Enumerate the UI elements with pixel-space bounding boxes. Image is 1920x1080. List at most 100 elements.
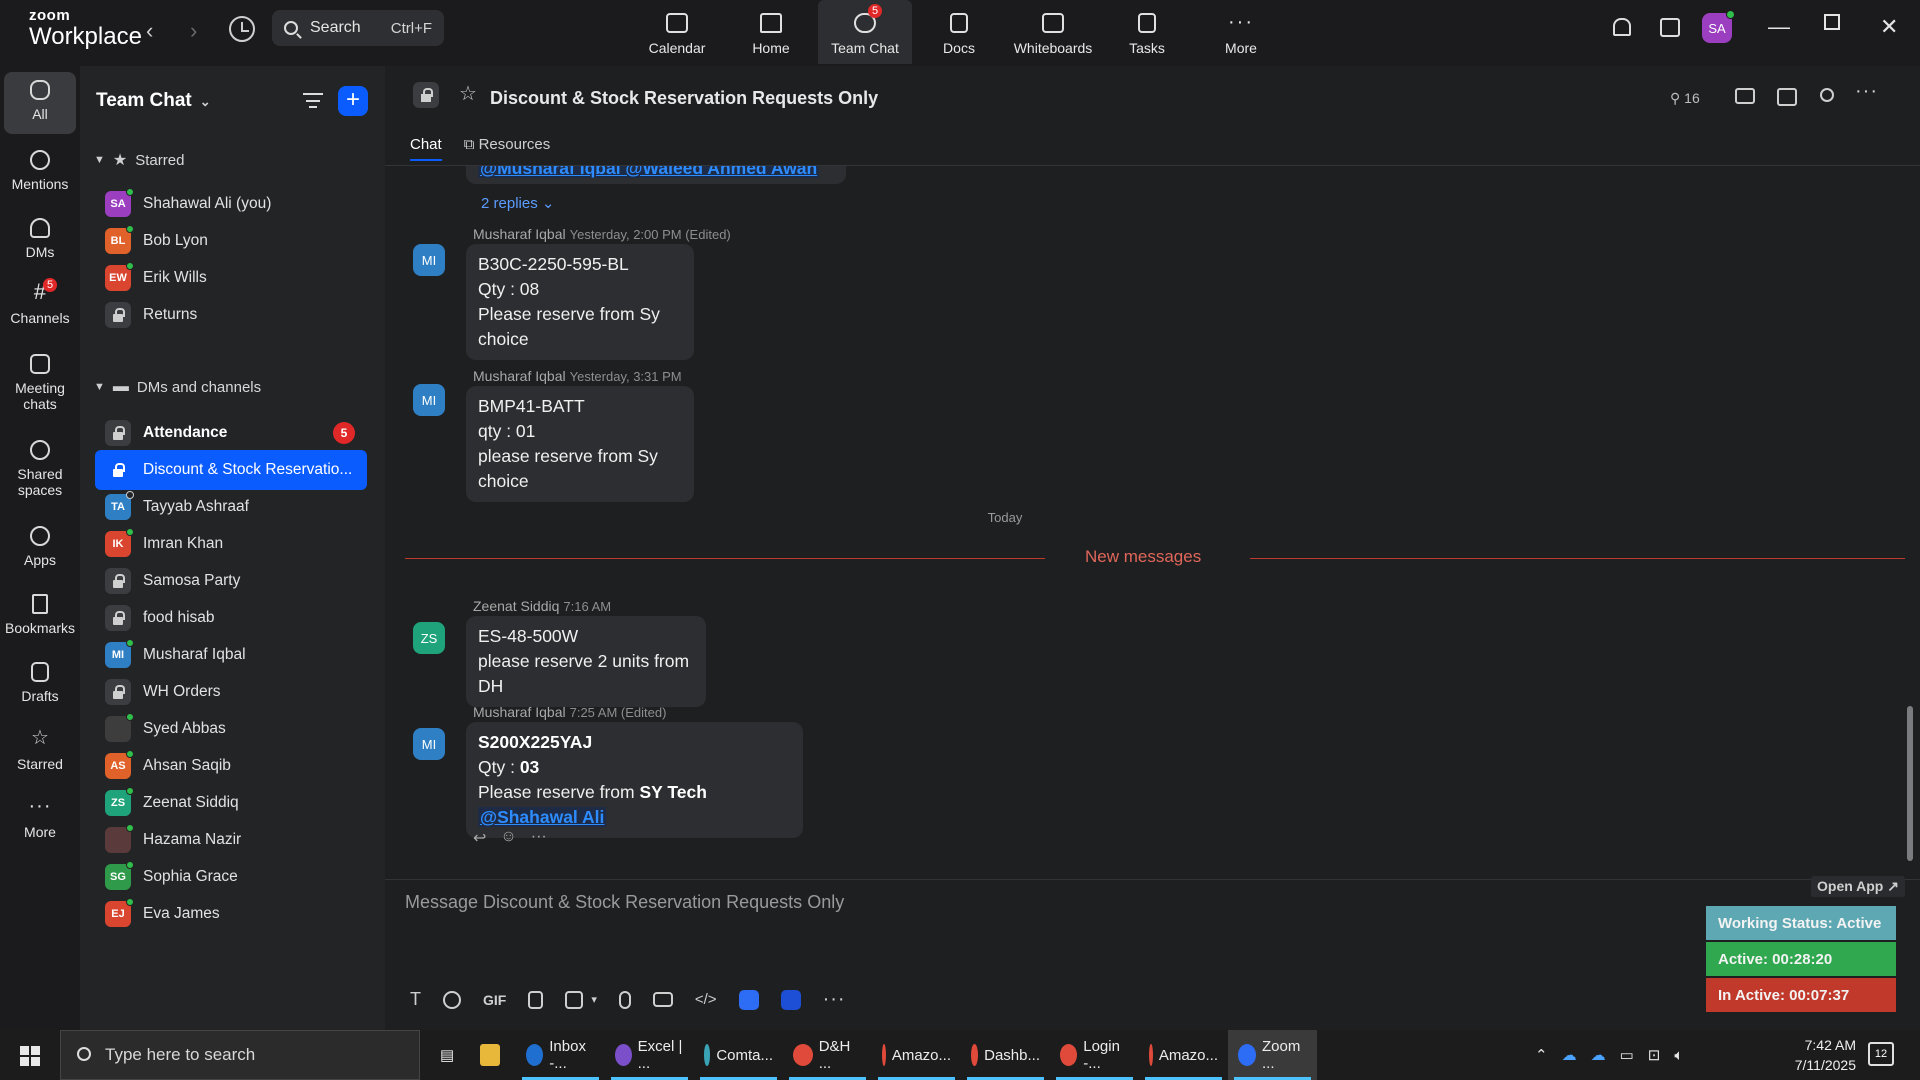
schedule-icon[interactable] <box>1660 18 1680 37</box>
taskbar-app[interactable]: Dashb... <box>961 1030 1050 1080</box>
file-icon[interactable] <box>528 990 544 1009</box>
file-explorer-icon[interactable] <box>470 1030 516 1080</box>
task-view-icon[interactable]: ▤ <box>430 1030 470 1080</box>
message-bubble[interactable]: B30C-2250-595-BL Qty : 08 Please reserve… <box>466 244 694 360</box>
rail-mentions[interactable]: Mentions <box>0 150 80 192</box>
message-bubble[interactable]: S200X225YAJ Qty : 03 Please reserve from… <box>466 722 803 838</box>
rail-all[interactable]: All <box>4 72 76 134</box>
replies-link[interactable]: 2 replies ⌄ <box>481 194 554 212</box>
section-starred[interactable]: ▼ ★ Starred <box>94 150 184 170</box>
sidebar-dm-item[interactable]: Syed Abbas <box>95 709 367 749</box>
network-icon[interactable]: ⊡ <box>1648 1046 1661 1064</box>
tab-chat[interactable]: Chat <box>410 136 442 161</box>
avatar[interactable]: MI <box>413 728 445 760</box>
chevron-up-icon[interactable]: ⌃ <box>1535 1046 1548 1064</box>
message-bubble[interactable]: BMP41-BATT qty : 01 please reserve from … <box>466 386 694 502</box>
tab-team-chat[interactable]: 5 Team Chat <box>818 0 912 64</box>
tab-home[interactable]: Home <box>724 0 818 64</box>
taskbar-app[interactable]: Comta... <box>694 1030 783 1080</box>
taskbar-app[interactable]: Inbox -... <box>516 1030 605 1080</box>
back-arrow-icon[interactable]: ‹ <box>146 18 153 44</box>
microphone-icon[interactable] <box>618 990 631 1009</box>
windows-start-icon[interactable] <box>20 1046 40 1066</box>
sidebar-channel-item[interactable]: Discount & Stock Reservatio... <box>95 450 367 490</box>
tab-docs[interactable]: Docs <box>912 0 1006 64</box>
sidebar-dm-item[interactable]: Hazama Nazir <box>95 820 367 860</box>
rail-channels[interactable]: #5 Channels <box>0 278 80 326</box>
tab-resources[interactable]: ⧉ Resources <box>464 136 551 161</box>
author-name[interactable]: Musharaf Iqbal <box>473 368 566 384</box>
star-icon[interactable]: ☆ <box>459 81 477 106</box>
video-icon[interactable] <box>1735 88 1755 104</box>
rail-dms[interactable]: DMs <box>0 218 80 260</box>
user-avatar[interactable]: SA <box>1702 10 1735 43</box>
forward-arrow-icon[interactable]: › <box>190 18 197 44</box>
mention-link[interactable]: @Shahawal Ali <box>478 807 607 827</box>
notification-center-icon[interactable]: 12 <box>1868 1042 1894 1066</box>
tab-tasks[interactable]: Tasks <box>1100 0 1194 64</box>
author-name[interactable]: Musharaf Iqbal <box>473 704 566 720</box>
taskbar-app[interactable]: Amazo... <box>1139 1030 1228 1080</box>
calendar-icon[interactable] <box>1777 88 1797 106</box>
sidebar-dm-item[interactable]: SA Shahawal Ali (you) <box>95 184 367 224</box>
sidebar-dm-item[interactable]: EW Erik Wills <box>95 258 367 298</box>
text-format-icon[interactable]: T <box>410 989 421 1010</box>
code-icon[interactable]: </> <box>695 991 717 1008</box>
mention-link[interactable]: @Musharaf Iqbal @Waleed Ahmed Awan <box>478 166 820 178</box>
more-options-icon[interactable]: ··· <box>823 988 846 1011</box>
rail-starred[interactable]: ☆ Starred <box>0 728 80 772</box>
taskbar-app[interactable]: Excel | ... <box>605 1030 694 1080</box>
screenshot-icon[interactable] <box>565 990 584 1009</box>
channel-title[interactable]: Discount & Stock Reservation Requests On… <box>490 88 878 109</box>
rail-more[interactable]: ··· More <box>0 796 80 840</box>
sidebar-channel-item[interactable]: food hisab <box>95 598 367 638</box>
onedrive-icon-2[interactable]: ☁ <box>1591 1046 1606 1064</box>
taskbar-search[interactable]: Type here to search <box>60 1030 420 1080</box>
avatar[interactable]: MI <box>413 384 445 416</box>
minimize-icon[interactable]: — <box>1768 14 1790 40</box>
rail-meeting-chats[interactable]: Meeting chats <box>0 354 80 412</box>
sidebar-channel-item[interactable]: Attendance 5 <box>95 413 367 453</box>
battery-icon[interactable]: ▭ <box>1620 1046 1634 1064</box>
avatar[interactable]: ZS <box>413 622 445 654</box>
message-bubble[interactable]: ES-48-500W please reserve 2 units from D… <box>466 616 706 707</box>
rail-bookmarks[interactable]: Bookmarks <box>0 594 80 636</box>
emoji-reaction-icon[interactable]: ☺ <box>500 828 516 848</box>
search-icon[interactable] <box>1820 88 1834 102</box>
message-input[interactable]: Message Discount & Stock Reservation Req… <box>405 892 844 913</box>
taskbar-app[interactable]: Amazo... <box>872 1030 961 1080</box>
bell-icon[interactable] <box>1613 18 1631 36</box>
more-options-icon[interactable]: ··· <box>1855 80 1878 103</box>
more-actions-icon[interactable]: ··· <box>531 828 547 848</box>
restore-icon[interactable] <box>1824 14 1840 30</box>
section-dms-channels[interactable]: ▼ ▬ DMs and channels <box>94 378 261 396</box>
taskbar-clock[interactable]: 7:42 AM 7/11/2025 <box>1776 1035 1856 1075</box>
sidebar-dm-item[interactable]: MI Musharaf Iqbal <box>95 635 367 675</box>
taskbar-app[interactable]: Login -... <box>1050 1030 1139 1080</box>
feed-scrollbar[interactable] <box>1907 706 1913 861</box>
sidebar-dm-item[interactable]: IK Imran Khan <box>95 524 367 564</box>
sidebar-channel-item[interactable]: WH Orders <box>95 672 367 712</box>
author-name[interactable]: Musharaf Iqbal <box>473 226 566 242</box>
volume-icon[interactable]: 🔈︎ <box>1674 1047 1683 1064</box>
search-box[interactable]: Search Ctrl+F <box>272 10 444 46</box>
close-icon[interactable]: ✕ <box>1880 14 1898 40</box>
sidebar-dm-item[interactable]: AS Ahsan Saqib <box>95 746 367 786</box>
tab-calendar[interactable]: Calendar <box>630 0 724 64</box>
author-name[interactable]: Zeenat Siddiq <box>473 598 559 614</box>
rail-apps[interactable]: Apps <box>0 526 80 568</box>
filter-icon[interactable] <box>303 93 323 109</box>
emoji-icon[interactable] <box>443 990 461 1009</box>
new-chat-button[interactable]: + <box>338 86 368 116</box>
tab-whiteboards[interactable]: Whiteboards <box>1006 0 1100 64</box>
open-app-button[interactable]: Open App ↗ <box>1811 876 1905 897</box>
gif-button[interactable]: GIF <box>483 992 506 1008</box>
avatar[interactable]: MI <box>413 244 445 276</box>
rail-shared-spaces[interactable]: Shared spaces <box>0 440 80 498</box>
history-icon[interactable] <box>229 16 255 42</box>
sidebar-dm-item[interactable]: BL Bob Lyon <box>95 221 367 261</box>
rail-drafts[interactable]: Drafts <box>0 662 80 704</box>
video-message-icon[interactable] <box>652 992 673 1007</box>
reply-icon[interactable]: ↩ <box>473 828 486 848</box>
sidebar-title[interactable]: Team Chat ⌄ <box>96 90 211 112</box>
